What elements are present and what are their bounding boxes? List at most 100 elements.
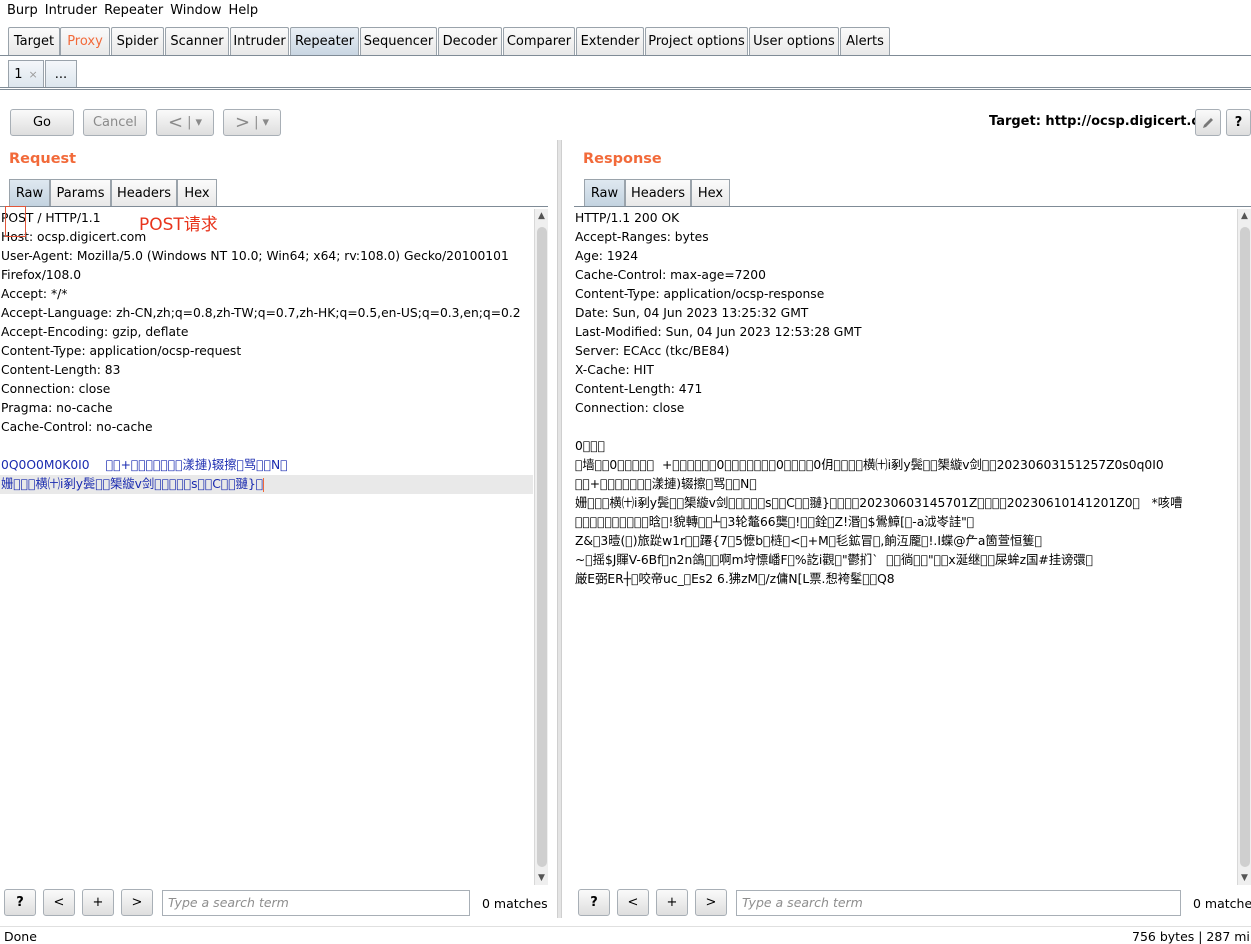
scroll-down-icon[interactable]: ▼ — [1238, 871, 1251, 885]
tab-label: Headers — [116, 185, 172, 201]
response-line: Server: ECAcc (tkc/BE84) — [575, 344, 730, 358]
menu-bar: Burp Intruder Repeater Window Help — [0, 0, 1251, 20]
response-search-prev-button[interactable]: < — [617, 889, 649, 916]
edit-target-button[interactable] — [1195, 109, 1221, 136]
menu-burp[interactable]: Burp — [7, 3, 38, 18]
tab-label: Alerts — [846, 34, 884, 49]
response-line: Content-Length: 471 — [575, 382, 703, 396]
request-tab-params[interactable]: Params — [50, 179, 111, 206]
response-tab-raw[interactable]: Raw — [584, 179, 625, 206]
request-search-help-button[interactable]: ? — [4, 889, 36, 916]
request-line: Content-Type: application/ocsp-request — [1, 344, 242, 358]
tab-comparer[interactable]: Comparer — [503, 27, 575, 55]
response-stats: 756 bytes | 287 millis — [1132, 929, 1251, 944]
tab-label: Target — [13, 34, 55, 49]
request-line: Connection: close — [1, 382, 111, 396]
response-line: Date: Sun, 04 Jun 2023 13:25:32 GMT — [575, 306, 809, 320]
tab-alerts[interactable]: Alerts — [840, 27, 890, 55]
tab-repeater[interactable]: Repeater — [290, 27, 359, 55]
request-editor[interactable]: POST / HTTP/1.1 Host: ocsp.digicert.com … — [0, 209, 533, 885]
tab-decoder[interactable]: Decoder — [438, 27, 502, 55]
repeater-tab-1[interactable]: 1 × — [8, 60, 44, 87]
request-line — [0, 437, 533, 456]
response-search-input[interactable]: Type a search term — [736, 890, 1181, 916]
chevron-down-icon[interactable]: ▾ — [195, 115, 202, 130]
request-line: Host: ocsp.digicert.com — [1, 230, 147, 244]
tab-label: Raw — [15, 185, 44, 201]
pencil-icon — [1203, 117, 1213, 128]
response-line: Connection: close — [575, 401, 685, 415]
request-search-prev-button[interactable]: < — [43, 889, 75, 916]
tab-extender[interactable]: Extender — [576, 27, 644, 55]
menu-repeater[interactable]: Repeater — [104, 3, 163, 18]
close-icon[interactable]: × — [29, 68, 38, 81]
back-arrow-icon: < — [167, 112, 184, 133]
response-line: Last-Modified: Sun, 04 Jun 2023 12:53:28… — [575, 325, 862, 339]
response-search-options-button[interactable]: + — [656, 889, 688, 916]
tab-intruder[interactable]: Intruder — [230, 27, 289, 55]
scroll-thumb[interactable] — [537, 227, 547, 867]
response-line: HTTP/1.1 200 OK — [575, 211, 680, 225]
menu-intruder[interactable]: Intruder — [45, 3, 97, 18]
request-search-input[interactable]: Type a search term — [162, 890, 470, 916]
menu-window[interactable]: Window — [170, 3, 221, 18]
tab-label: Raw — [590, 185, 619, 201]
response-scrollbar[interactable]: ▲ ▼ — [1237, 209, 1251, 885]
tab-target[interactable]: Target — [8, 27, 60, 55]
tab-label: Headers — [630, 185, 686, 201]
tab-user-options[interactable]: User options — [749, 27, 839, 55]
main-tab-bar: Target Proxy Spider Scanner Intruder Rep… — [0, 27, 1251, 56]
response-body-line:   +       漾摙)辍擦 骂🡅 N  — [575, 477, 757, 491]
tab-label: Intruder — [233, 34, 286, 49]
tab-label: Sequencer — [363, 34, 434, 49]
response-line: Content-Type: application/ocsp-response — [575, 287, 825, 301]
response-body-line: 0    — [575, 439, 605, 453]
request-line: Cache-Control: no-cache — [1, 420, 153, 434]
cancel-button[interactable]: Cancel — [83, 109, 147, 136]
scroll-up-icon[interactable]: ▲ — [535, 209, 548, 223]
tab-proxy[interactable]: Proxy — [60, 27, 110, 55]
forward-button[interactable]: > | ▾ — [223, 109, 281, 136]
response-tab-hex[interactable]: Hex — [691, 179, 730, 206]
tab-label: Hex — [184, 185, 210, 201]
request-tab-raw[interactable]: Raw — [9, 179, 50, 206]
tab-label: Scanner — [170, 34, 224, 49]
help-button[interactable]: ? — [1226, 109, 1251, 136]
tab-spider[interactable]: Spider — [111, 27, 164, 55]
new-tab-button[interactable]: ... — [45, 60, 77, 87]
go-button[interactable]: Go — [10, 109, 74, 136]
response-line: X-Cache: HIT — [575, 363, 654, 377]
request-scrollbar[interactable]: ▲ ▼ — [534, 209, 548, 885]
response-tab-headers[interactable]: Headers — [625, 179, 691, 206]
response-editor[interactable]: HTTP/1.1 200 OK Accept-Ranges: bytes Age… — [574, 209, 1236, 885]
panel-splitter[interactable] — [557, 140, 562, 918]
back-button[interactable]: < | ▾ — [156, 109, 214, 136]
chevron-down-icon[interactable]: ▾ — [262, 115, 269, 130]
request-search-next-button[interactable]: > — [121, 889, 153, 916]
request-line: User-Agent: Mozilla/5.0 (Windows NT 10.0… — [1, 249, 509, 263]
previous-icon: < — [53, 895, 65, 910]
request-search-options-button[interactable]: + — [82, 889, 114, 916]
request-tab-hex[interactable]: Hex — [177, 179, 217, 206]
request-tab-headers[interactable]: Headers — [111, 179, 177, 206]
request-body-line: 0Q0O0M0K0I0   +       漾摙)辍擦 骂🡅 N  — [1, 458, 288, 472]
tab-project-options[interactable]: Project options — [645, 27, 748, 55]
request-line: Accept-Encoding: gzip, deflate — [1, 325, 189, 339]
scroll-down-icon[interactable]: ▼ — [535, 871, 548, 885]
status-text: Done — [4, 929, 37, 944]
response-search-help-button[interactable]: ? — [578, 889, 610, 916]
scroll-up-icon[interactable]: ▲ — [1238, 209, 1251, 223]
target-label: Target: http://ocsp.digicert.com — [989, 114, 1222, 129]
scroll-thumb[interactable] — [1240, 227, 1250, 867]
tab-sequencer[interactable]: Sequencer — [360, 27, 437, 55]
tab-scanner[interactable]: Scanner — [165, 27, 229, 55]
response-body-line: Z& 3曀( )旅踨w1r  蹮{7 5懡b 梿 < +M 毝鉱冒 ,餉沍龎 !… — [575, 534, 1042, 548]
request-line: POST / HTTP/1.1 — [1, 211, 101, 225]
status-bar: Done 756 bytes | 287 millis — [0, 926, 1251, 944]
request-body-line-current: 姗   横㈩i剢y鬓  榘縼v剑     s  C  翴}  — [0, 475, 533, 494]
menu-help[interactable]: Help — [229, 3, 259, 18]
response-search-next-button[interactable]: > — [695, 889, 727, 916]
response-line: Age: 1924 — [575, 249, 639, 263]
request-match-count: 0 matches — [482, 896, 548, 911]
response-title: Response — [583, 151, 662, 167]
